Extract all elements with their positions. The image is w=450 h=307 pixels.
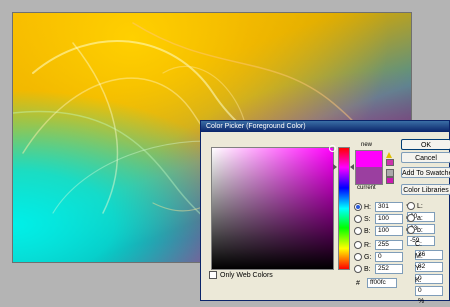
hue-slider-right-arrow-icon[interactable] xyxy=(350,164,354,170)
black-unit: % xyxy=(418,297,425,305)
only-web-colors-checkbox[interactable] xyxy=(209,271,217,280)
brightness-input[interactable]: 100 xyxy=(375,226,403,236)
saturation-brightness-field[interactable] xyxy=(211,145,336,270)
lab-l-row: L:60 xyxy=(407,202,449,222)
lab-b-row: b:-59 xyxy=(407,226,449,246)
hue-slider[interactable] xyxy=(338,147,350,270)
hex-label: # xyxy=(356,279,360,287)
brightness-row: B:100% xyxy=(354,226,412,236)
blue-row: B: 252 xyxy=(354,264,403,274)
hue-label: H: xyxy=(364,203,371,211)
magenta-row: M:82% xyxy=(415,252,449,281)
green-row: G: 0 xyxy=(354,252,403,262)
green-radio[interactable] xyxy=(354,253,362,261)
black-row: K: 0% xyxy=(415,276,449,305)
color-libraries-button[interactable]: Color Libraries xyxy=(401,184,450,195)
lab-b-label: b: xyxy=(417,227,423,234)
yellow-label: Y: xyxy=(415,265,422,272)
new-color-swatch xyxy=(355,150,383,168)
lab-l-label: L: xyxy=(417,203,423,210)
dialog-title: Color Picker (Foreground Color) xyxy=(201,121,449,132)
saturation-row: S:100% xyxy=(354,214,412,224)
lab-a-label: a: xyxy=(417,215,423,222)
hue-slider-left-arrow-icon[interactable] xyxy=(333,164,337,170)
only-web-colors-row: Only Web Colors xyxy=(209,271,273,281)
brightness-radio[interactable] xyxy=(354,227,362,235)
web-safe-cube-icon[interactable] xyxy=(386,169,394,177)
color-picker-dialog: Color Picker (Foreground Color) new curr… xyxy=(200,120,450,305)
hue-row: H:301° xyxy=(354,202,409,212)
blue-radio[interactable] xyxy=(354,265,362,273)
cancel-button[interactable]: Cancel xyxy=(401,152,450,163)
hue-radio[interactable] xyxy=(354,203,362,211)
brightness-label: B: xyxy=(364,227,371,235)
lab-b-radio[interactable] xyxy=(407,226,415,235)
hex-input[interactable]: ff00fc xyxy=(367,278,397,288)
saturation-radio[interactable] xyxy=(354,215,362,223)
magenta-label: M: xyxy=(415,253,423,260)
color-field-marker[interactable] xyxy=(329,145,336,152)
current-color-label: current xyxy=(357,185,376,191)
gamut-correction-swatch[interactable] xyxy=(386,159,394,166)
ok-button[interactable]: OK xyxy=(401,139,450,150)
red-label: R: xyxy=(364,241,371,249)
green-label: G: xyxy=(364,253,372,261)
lab-a-row: a:93 xyxy=(407,214,449,234)
add-to-swatches-button[interactable]: Add To Swatches xyxy=(401,167,450,178)
red-radio[interactable] xyxy=(354,241,362,249)
red-input[interactable]: 255 xyxy=(375,240,403,250)
hex-row: # ff00fc xyxy=(356,278,397,288)
yellow-row: Y:0% xyxy=(415,264,449,293)
cyan-label: C: xyxy=(415,241,422,248)
lab-a-radio[interactable] xyxy=(407,214,415,223)
red-row: R: 255 xyxy=(354,240,403,250)
hue-input[interactable]: 301 xyxy=(375,202,403,212)
saturation-label: S: xyxy=(364,215,371,223)
new-color-label: new xyxy=(361,142,373,148)
saturation-input[interactable]: 100 xyxy=(375,214,403,224)
out-of-gamut-warning-icon[interactable] xyxy=(386,152,392,158)
blue-label: B: xyxy=(364,265,371,273)
current-color-swatch[interactable] xyxy=(355,167,383,185)
black-label: K: xyxy=(415,277,422,284)
green-input[interactable]: 0 xyxy=(375,252,403,262)
lab-l-radio[interactable] xyxy=(407,202,415,211)
only-web-colors-label: Only Web Colors xyxy=(220,272,273,279)
blue-input[interactable]: 252 xyxy=(375,264,403,274)
black-input[interactable]: 0 xyxy=(415,286,443,296)
cyan-row: C:26% xyxy=(415,240,449,269)
web-safe-correction-swatch[interactable] xyxy=(386,177,394,184)
